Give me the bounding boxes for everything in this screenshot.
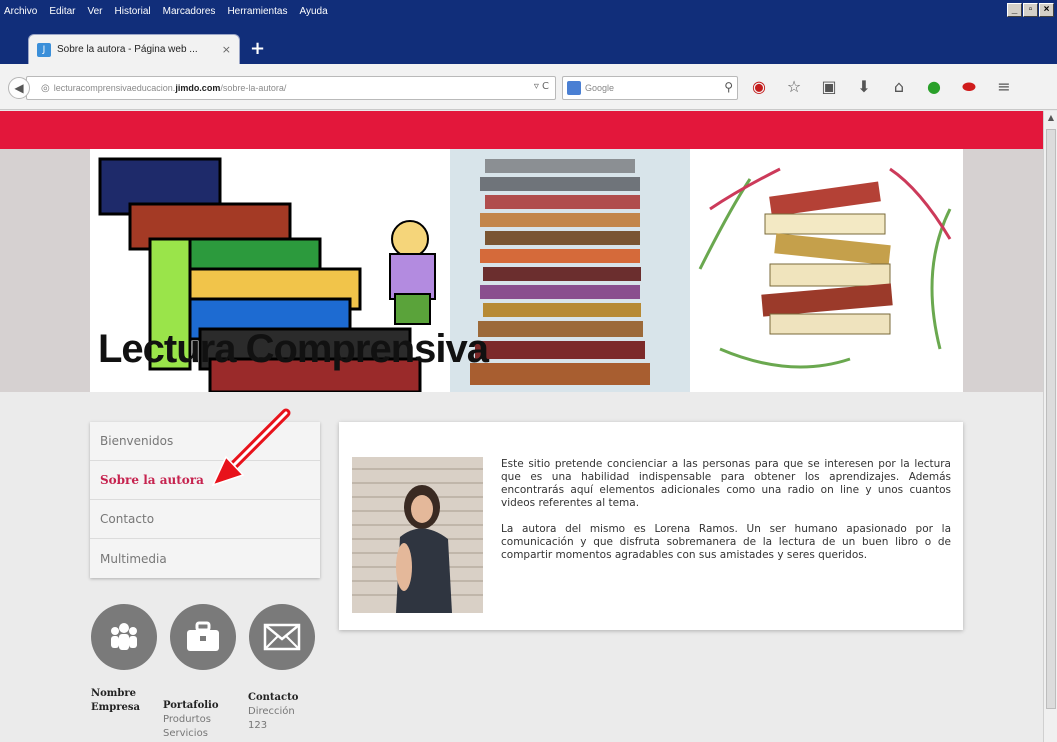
jimdo-favicon-icon: J: [37, 42, 51, 57]
toolbar-icons: ◉ ☆ ▣ ⬇ ⌂ ● ⬬ ≡: [750, 78, 1013, 96]
browser-navbar: ◎ lecturacomprensivaeducacion.jimdo.com/…: [0, 64, 1057, 110]
page-scrollbar[interactable]: ▲: [1043, 111, 1057, 742]
footer-heading-contacto[interactable]: Contacto: [248, 691, 318, 705]
clipboard-icon[interactable]: ▣: [820, 78, 838, 96]
menu-herramientas[interactable]: Herramientas: [227, 6, 287, 17]
scrollbar-thumb[interactable]: [1046, 129, 1056, 709]
content-text: Este sitio pretende concienciar a las pe…: [501, 458, 951, 575]
envelope-icon[interactable]: [249, 604, 315, 670]
menu-ver[interactable]: Ver: [87, 6, 102, 17]
menu-icon[interactable]: ≡: [995, 78, 1013, 96]
extension-icon[interactable]: ●: [925, 78, 943, 96]
footer-link-productos[interactable]: Produrtos: [163, 713, 233, 727]
footer-col-portafolio: Portafolio Produrtos Servicios: [163, 699, 233, 741]
web-page: Lectura Comprensiva Bienvenidos Sobre la…: [0, 111, 1043, 742]
footer-link-servicios[interactable]: Servicios: [163, 727, 233, 741]
maximize-button[interactable]: ▫: [1023, 3, 1038, 17]
browser-tab[interactable]: J Sobre la autora - Página web ... ×: [28, 34, 240, 64]
content-paragraph-1: Este sitio pretende concienciar a las pe…: [501, 458, 951, 509]
content-paragraph-2: La autora del mismo es Lorena Ramos. Un …: [501, 523, 951, 561]
url-text: lecturacomprensivaeducacion.jimdo.com/so…: [53, 83, 287, 93]
icon-row: [91, 604, 315, 670]
minimize-button[interactable]: _: [1007, 3, 1022, 17]
footer-heading-portafolio[interactable]: Portafolio: [163, 699, 233, 713]
reload-icon[interactable]: ▿ C: [534, 81, 549, 92]
people-icon[interactable]: [91, 604, 157, 670]
nav-item-bienvenidos[interactable]: Bienvenidos: [90, 422, 320, 461]
search-placeholder: Google: [585, 83, 615, 93]
site-identity-icon[interactable]: ◎: [41, 83, 50, 94]
tab-close-icon[interactable]: ×: [222, 43, 231, 56]
header-banner: Lectura Comprensiva: [90, 149, 963, 392]
footer-col-contacto: Contacto Dirección 123: [248, 691, 318, 733]
content-card: Este sitio pretende concienciar a las pe…: [339, 422, 963, 630]
footer-col-empresa: Nombre Empresa: [91, 687, 151, 715]
back-button[interactable]: ◀: [8, 77, 30, 99]
nav-item-multimedia[interactable]: Multimedia: [90, 539, 320, 578]
browser-menubar: Archivo Editar Ver Historial Marcadores …: [0, 0, 340, 22]
record-icon[interactable]: ◉: [750, 78, 768, 96]
search-bar[interactable]: Google ⚲: [562, 76, 738, 100]
menu-editar[interactable]: Editar: [49, 6, 75, 17]
site-title[interactable]: Lectura Comprensiva: [98, 327, 489, 372]
search-icon[interactable]: ⚲: [724, 80, 733, 94]
addon-icon[interactable]: ⬬: [960, 78, 978, 96]
tab-title: Sobre la autora - Página web ...: [57, 44, 198, 55]
home-icon[interactable]: ⌂: [890, 78, 908, 96]
menu-historial[interactable]: Historial: [115, 6, 151, 17]
author-photo: [352, 457, 483, 613]
side-navigation: Bienvenidos Sobre la autora Contacto Mul…: [90, 422, 320, 578]
footer-heading-empresa[interactable]: Nombre Empresa: [91, 687, 151, 715]
top-accent-band: [0, 111, 1043, 149]
footer-text-direccion: Dirección: [248, 706, 295, 717]
search-engine-icon[interactable]: [567, 81, 581, 95]
menu-marcadores[interactable]: Marcadores: [163, 6, 216, 17]
star-icon[interactable]: ☆: [785, 78, 803, 96]
download-icon[interactable]: ⬇: [855, 78, 873, 96]
scroll-up-icon[interactable]: ▲: [1046, 113, 1056, 125]
address-bar[interactable]: ◎ lecturacomprensivaeducacion.jimdo.com/…: [26, 76, 556, 100]
window-controls: _ ▫ ×: [1007, 3, 1054, 17]
browser-titlebar: Archivo Editar Ver Historial Marcadores …: [0, 0, 1057, 64]
menu-ayuda[interactable]: Ayuda: [299, 6, 327, 17]
briefcase-icon[interactable]: [170, 604, 236, 670]
footer-text-numero: 123: [248, 720, 268, 731]
nav-item-contacto[interactable]: Contacto: [90, 500, 320, 539]
new-tab-button[interactable]: +: [250, 38, 265, 59]
nav-item-sobre-la-autora[interactable]: Sobre la autora: [90, 461, 320, 500]
menu-archivo[interactable]: Archivo: [4, 6, 37, 17]
close-window-button[interactable]: ×: [1039, 3, 1054, 17]
